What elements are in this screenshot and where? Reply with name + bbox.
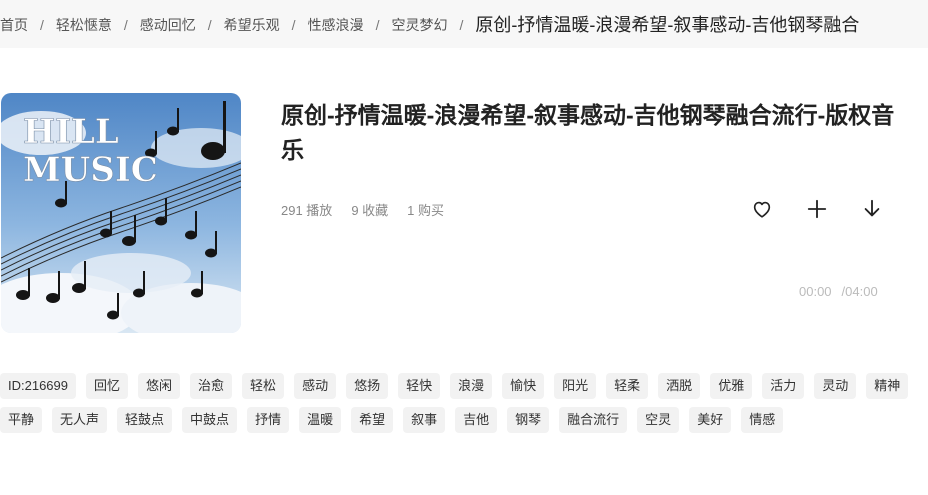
tag-chip[interactable]: 阳光 — [554, 373, 597, 399]
tag-chip[interactable]: 钢琴 — [507, 407, 550, 433]
tag-chip[interactable]: 空灵 — [637, 407, 680, 433]
track-actions — [749, 196, 885, 222]
breadcrumb-separator: / — [375, 17, 380, 33]
tag-chip[interactable]: 情感 — [741, 407, 784, 433]
favorite-count: 9 收藏 — [351, 203, 389, 218]
tag-chip[interactable]: 灵动 — [814, 373, 857, 399]
track-title: 原创-抒情温暖-浪漫希望-叙事感动-吉他钢琴融合流行-版权音乐 — [281, 102, 895, 163]
heart-icon — [753, 201, 771, 218]
tag-list: ID:216699 回忆 悠闲 治愈 轻松 感动 悠扬 轻快 浪漫 愉快 阳光 轻柔 洒脱 优雅 活力 灵动精… — [0, 373, 928, 441]
plus-icon — [807, 199, 827, 219]
breadcrumb-separator: / — [291, 17, 296, 33]
tag-chip[interactable]: 愉快 — [502, 373, 545, 399]
album-cover-art: HILL MUSIC — [1, 93, 241, 333]
add-to-playlist-button[interactable] — [804, 196, 830, 222]
tag-chip[interactable]: 轻松 — [242, 373, 285, 399]
tag-chip[interactable]: 浪漫 — [450, 373, 493, 399]
tag-chip[interactable]: 感动 — [294, 373, 337, 399]
breadcrumb-separator: / — [207, 17, 212, 33]
tag-chip[interactable]: 叙事 — [403, 407, 446, 433]
tag-chip[interactable]: 洒脱 — [658, 373, 701, 399]
tag-chip[interactable]: 温暖 — [299, 407, 342, 433]
track-stats: 291 播放 9 收藏 1 购买 — [281, 200, 463, 219]
tag-chip[interactable]: 希望 — [351, 407, 394, 433]
tag-chip[interactable]: 轻柔 — [606, 373, 649, 399]
breadcrumb-separator: / — [123, 17, 128, 33]
tag-chip[interactable]: 优雅 — [710, 373, 753, 399]
cover-logo-line1: HILL — [23, 112, 119, 152]
breadcrumb-home[interactable]: 首页 — [0, 15, 28, 35]
download-button[interactable] — [859, 196, 885, 222]
tag-chip[interactable]: 活力 — [762, 373, 805, 399]
breadcrumb-item-relaxed[interactable]: 轻松惬意 — [56, 15, 112, 35]
tag-chip[interactable]: 精神 — [866, 373, 909, 399]
favorite-button[interactable] — [749, 196, 775, 222]
tag-chip[interactable]: 中鼓点 — [182, 407, 238, 433]
breadcrumb-separator: / — [40, 17, 44, 33]
tag-chip[interactable]: 吉他 — [455, 407, 498, 433]
player-time: 00:00 /04:00 — [799, 284, 878, 299]
purchase-count: 1 购买 — [407, 203, 444, 218]
album-cover[interactable]: HILL MUSIC — [1, 93, 241, 333]
breadcrumb: 首页 / 轻松惬意 / 感动回忆 / 希望乐观 / 性感浪漫 / 空灵梦幻 / … — [0, 13, 859, 37]
breadcrumb-current: 原创-抒情温暖-浪漫希望-叙事感动-吉他钢琴融合 — [475, 15, 860, 35]
tag-chip[interactable]: 抒情 — [247, 407, 290, 433]
tag-chip[interactable]: 无人声 — [52, 407, 108, 433]
current-time: 00:00 — [799, 284, 832, 299]
tag-chip[interactable]: 轻鼓点 — [117, 407, 173, 433]
tag-chip[interactable]: 融合流行 — [559, 407, 628, 433]
cover-logo-line2: MUSIC — [23, 150, 158, 190]
tag-chip[interactable]: 悠扬 — [346, 373, 389, 399]
tag-chip[interactable]: 轻快 — [398, 373, 441, 399]
play-count: 291 播放 — [281, 203, 333, 218]
breadcrumb-item-romantic[interactable]: 性感浪漫 — [308, 15, 364, 35]
breadcrumb-item-touching[interactable]: 感动回忆 — [140, 15, 196, 35]
breadcrumb-item-ethereal[interactable]: 空灵梦幻 — [391, 15, 447, 35]
breadcrumb-item-hopeful[interactable]: 希望乐观 — [224, 15, 280, 35]
breadcrumb-bar: 首页 / 轻松惬意 / 感动回忆 / 希望乐观 / 性感浪漫 / 空灵梦幻 / … — [0, 0, 928, 48]
track-id-tag: ID:216699 — [0, 373, 76, 399]
tag-chip[interactable]: 治愈 — [190, 373, 233, 399]
tag-chip[interactable]: 悠闲 — [138, 373, 181, 399]
duration: /04:00 — [841, 284, 878, 299]
breadcrumb-separator: / — [459, 17, 464, 33]
download-icon — [864, 199, 880, 217]
tag-chip[interactable]: 平静 — [0, 407, 43, 433]
tag-chip[interactable]: 回忆 — [86, 373, 129, 399]
tag-chip[interactable]: 美好 — [689, 407, 732, 433]
